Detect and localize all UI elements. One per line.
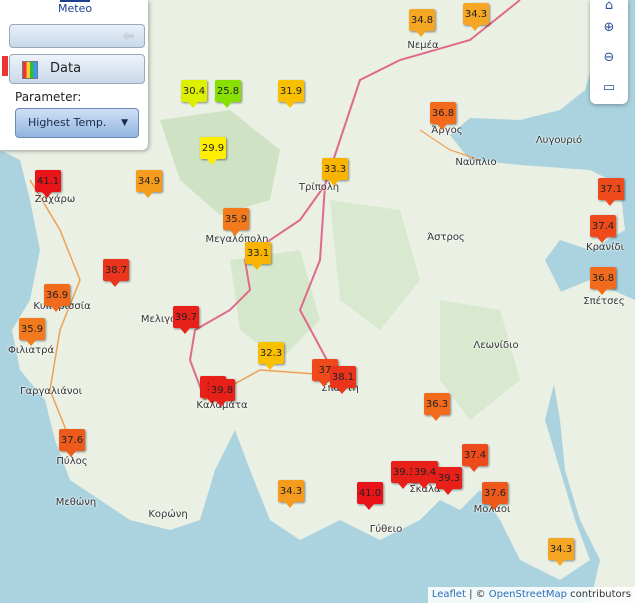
- zoom-in-icon[interactable]: ⊕: [598, 16, 620, 38]
- station-marker[interactable]: 36.9: [44, 284, 70, 312]
- station-marker[interactable]: 34.8: [409, 9, 435, 37]
- station-marker[interactable]: 39.3: [436, 467, 462, 495]
- station-marker[interactable]: 33.3: [322, 158, 348, 186]
- data-button[interactable]: Data: [9, 54, 145, 84]
- station-marker[interactable]: 34.9: [136, 170, 162, 198]
- place-label: Φιλιατρά: [7, 345, 55, 356]
- station-marker[interactable]: 41.1: [35, 170, 61, 198]
- fullscreen-icon[interactable]: ▭: [598, 76, 620, 98]
- station-marker[interactable]: 39.7: [173, 306, 199, 334]
- station-marker[interactable]: 31.9: [278, 80, 304, 108]
- collapse-panel-button[interactable]: ⇦: [9, 24, 145, 48]
- station-marker[interactable]: 38.7: [103, 259, 129, 287]
- dropdown-caret-icon: ▼: [121, 118, 128, 128]
- map[interactable]: Νεμέα Άργος Ναύπλιο Λυγουριό Τρίπολη Ζαχ…: [0, 0, 635, 603]
- station-marker[interactable]: 30.4: [181, 80, 207, 108]
- map-attribution: Leaflet | © OpenStreetMap contributors: [427, 587, 635, 603]
- station-marker[interactable]: 34.3: [463, 3, 489, 31]
- place-label: Άστρος: [427, 232, 465, 243]
- attribution-separator: | ©: [465, 589, 489, 600]
- station-marker[interactable]: 35.9: [19, 318, 45, 346]
- place-label: Σπέτσες: [583, 296, 625, 307]
- place-label: Κορώνη: [148, 509, 188, 520]
- place-label: Πύλος: [56, 456, 88, 467]
- place-label: Ζαχάρω: [34, 194, 76, 205]
- leaflet-link[interactable]: Leaflet: [432, 589, 466, 600]
- station-marker[interactable]: 25.8: [215, 80, 241, 108]
- zoom-controls: ⌂ ⊕ ⊖ ▭: [590, 0, 628, 104]
- place-label: Γαργαλιάνοι: [19, 386, 83, 397]
- data-button-label: Data: [50, 61, 82, 76]
- station-marker[interactable]: 39.8: [209, 379, 235, 407]
- station-marker[interactable]: 36.8: [590, 267, 616, 295]
- place-label: Κρανίδι: [586, 242, 624, 253]
- panel-edge-marker: [2, 56, 8, 76]
- station-marker[interactable]: 37.6: [59, 429, 85, 457]
- place-label: Λυγουριό: [535, 135, 583, 146]
- place-label: Νεμέα: [407, 40, 439, 51]
- station-marker[interactable]: 37.1: [598, 178, 624, 206]
- station-marker[interactable]: 41.0: [357, 482, 383, 510]
- station-marker[interactable]: 35.9: [223, 208, 249, 236]
- place-label: Μεθώνη: [55, 497, 97, 508]
- place-label: Ναύπλιο: [455, 157, 497, 168]
- control-panel: Meteo ⇦ Data Parameter: Highest Temp. ▼: [0, 0, 148, 150]
- station-marker[interactable]: 37.4: [462, 444, 488, 472]
- brand-logo: Meteo: [58, 2, 93, 15]
- zoom-out-icon[interactable]: ⊖: [598, 46, 620, 68]
- parameter-label: Parameter:: [15, 90, 82, 104]
- osm-link[interactable]: OpenStreetMap: [489, 589, 567, 600]
- parameter-select-value: Highest Temp.: [28, 116, 107, 129]
- place-label: Λεωνίδιο: [473, 340, 519, 351]
- station-marker[interactable]: 34.3: [548, 538, 574, 566]
- home-icon[interactable]: ⌂: [598, 0, 620, 16]
- station-marker[interactable]: 33.1: [245, 242, 271, 270]
- chart-icon: [22, 61, 38, 79]
- collapse-arrow-icon: ⇦: [123, 29, 134, 44]
- station-marker[interactable]: 32.3: [258, 342, 284, 370]
- parameter-select[interactable]: Highest Temp. ▼: [15, 108, 139, 138]
- station-marker[interactable]: 38.1: [330, 366, 356, 394]
- station-marker[interactable]: 29.9: [200, 137, 226, 165]
- station-marker[interactable]: 36.3: [424, 393, 450, 421]
- station-marker[interactable]: 36.8: [430, 102, 456, 130]
- station-marker[interactable]: 34.3: [278, 480, 304, 508]
- station-marker[interactable]: 37.4: [590, 215, 616, 243]
- station-marker[interactable]: 39.4: [412, 461, 438, 489]
- place-label: Γύθειο: [369, 524, 403, 535]
- attribution-suffix: contributors: [567, 589, 631, 600]
- station-marker[interactable]: 37.6: [482, 482, 508, 510]
